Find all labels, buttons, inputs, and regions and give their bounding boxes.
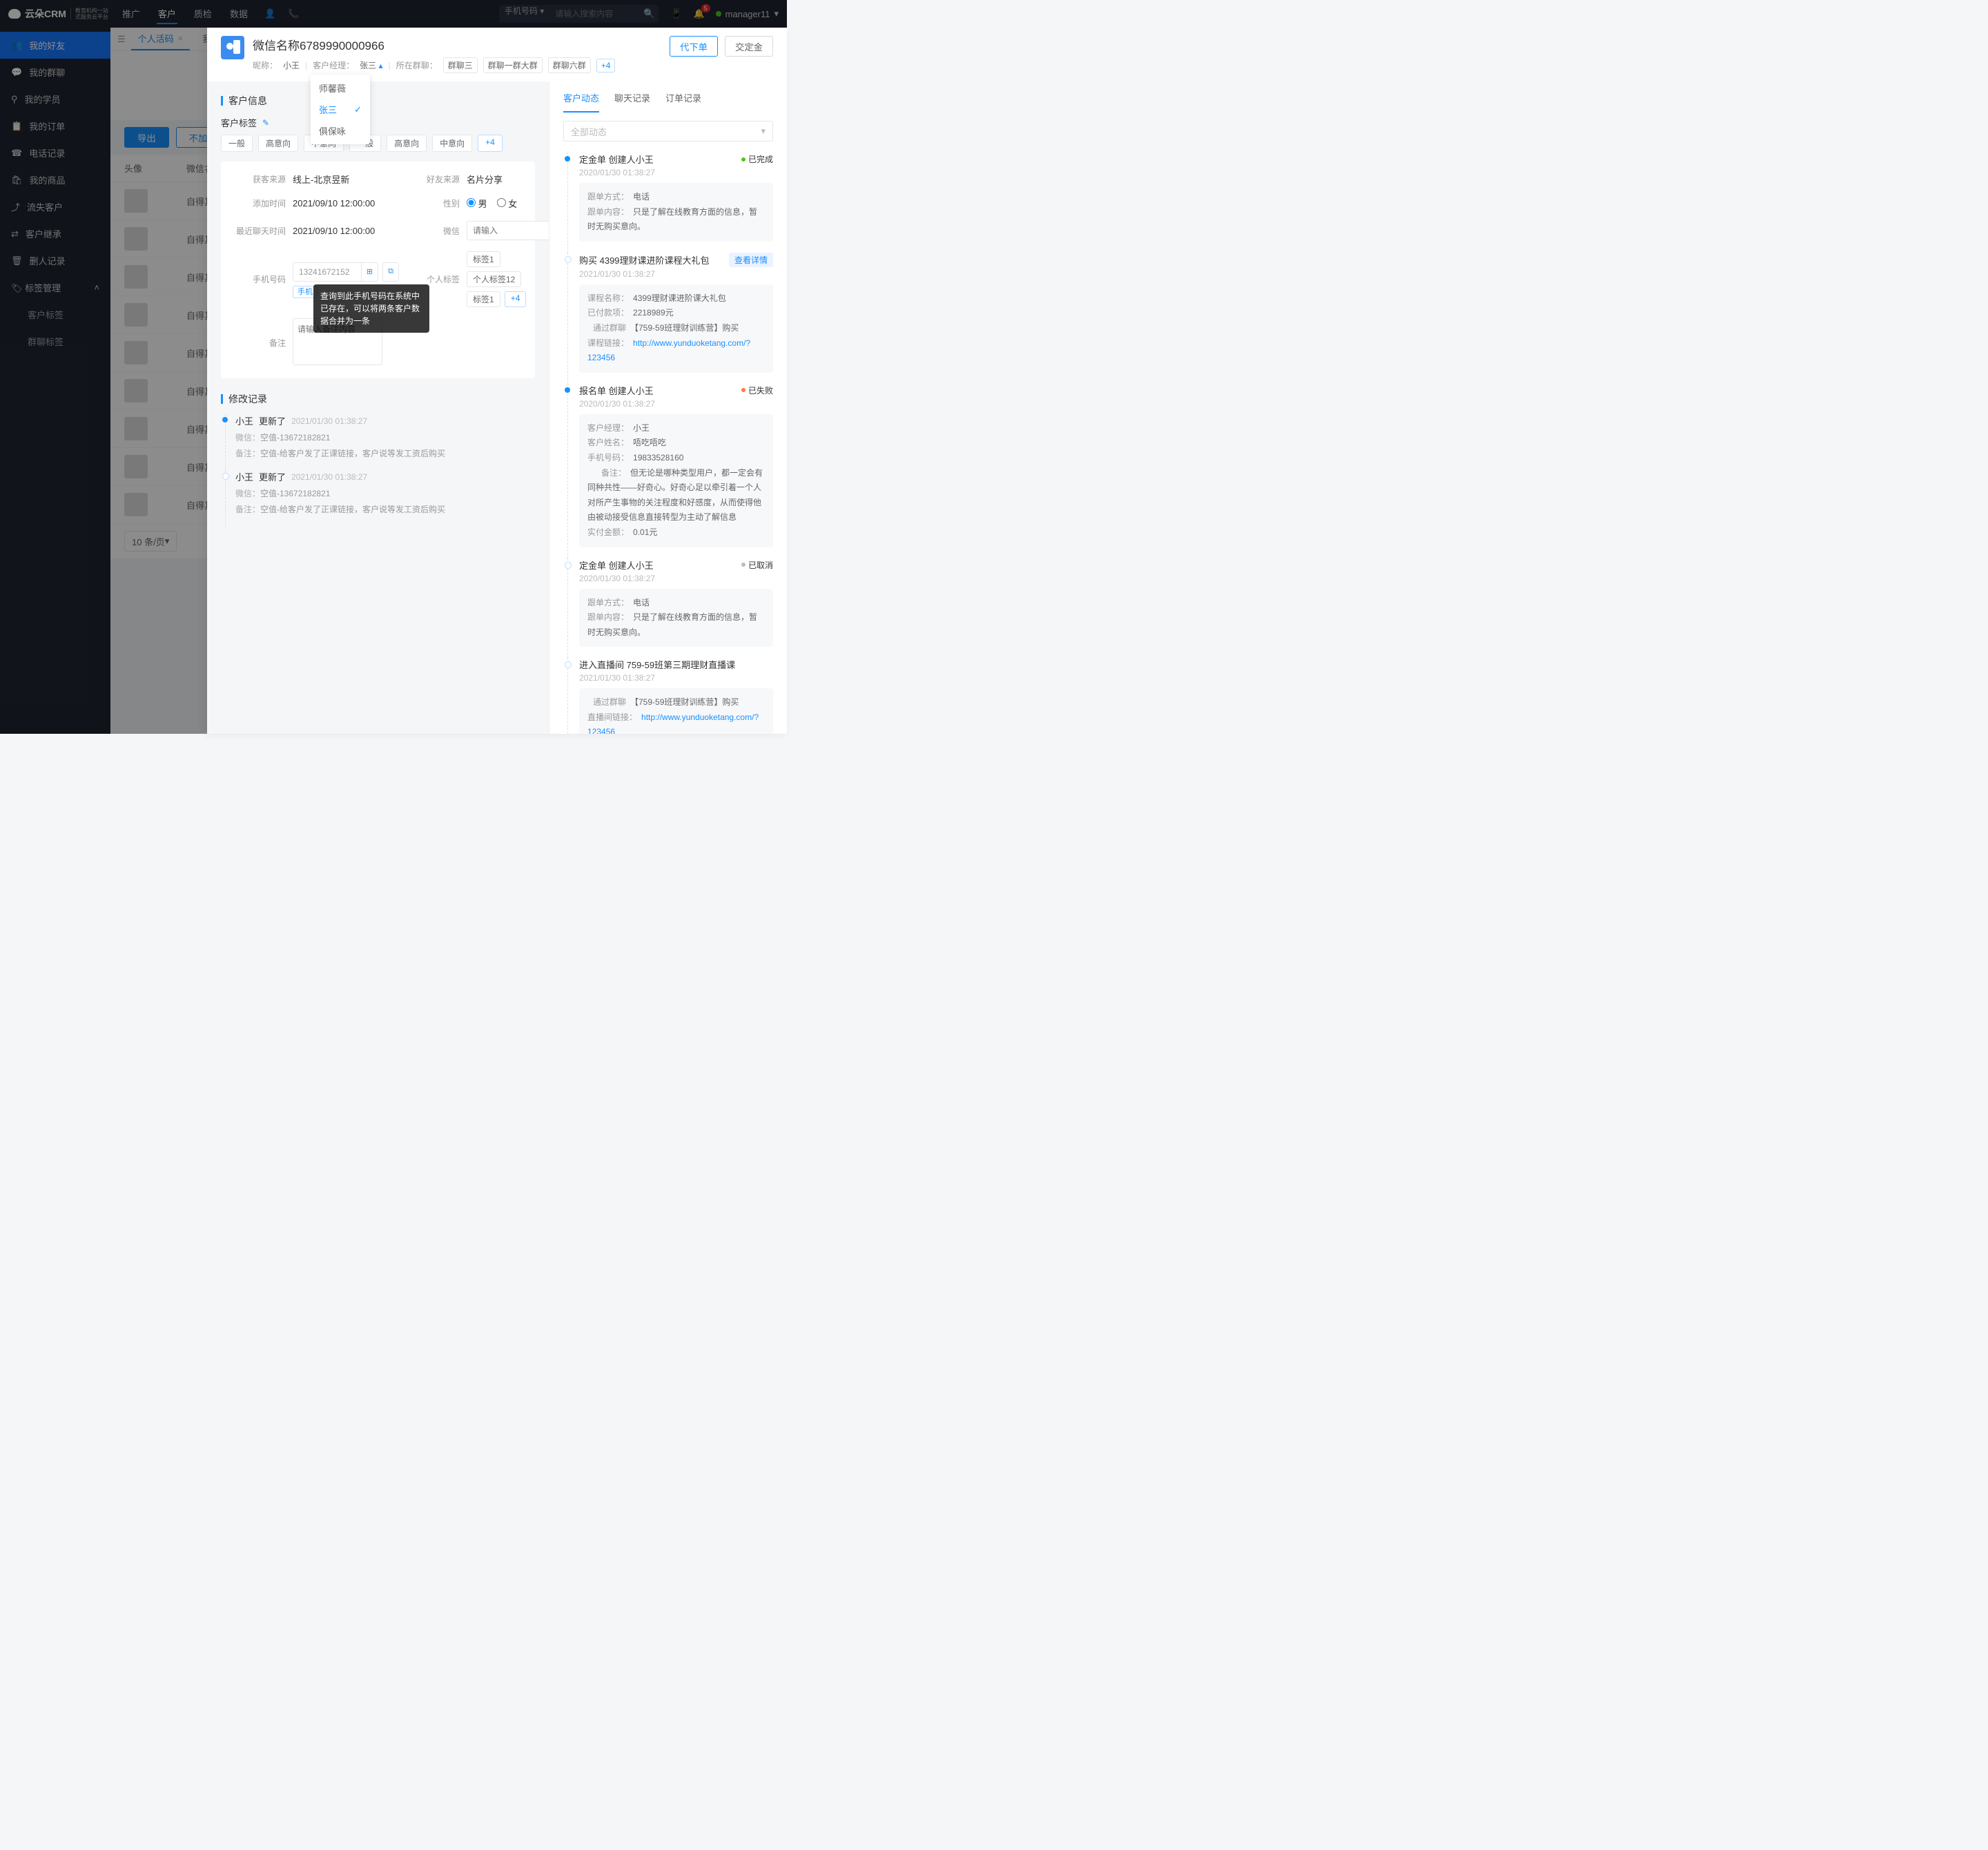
customer-tags: 一般高意向中意向一般高意向中意向+4: [221, 135, 535, 152]
proxy-order-button[interactable]: 代下单: [670, 36, 718, 57]
chevron-down-icon: ▾: [761, 126, 766, 137]
customer-tag[interactable]: 高意向: [258, 135, 298, 152]
panel-meta: 昵称：小王 | 客户经理：张三 ▴ | 所在群聊： 群聊三 群聊一群大群 群聊六…: [253, 57, 615, 73]
value-source: 线上-北京昱新: [293, 173, 399, 186]
manager-dropdown-trigger[interactable]: 张三 ▴: [360, 59, 382, 71]
customer-tag[interactable]: 高意向: [387, 135, 427, 152]
wechat-input[interactable]: [467, 221, 549, 240]
history-item: 小王更新了2021/01/30 01:38:27微信：空值-1367218282…: [225, 470, 535, 526]
value-last-chat: 2021/09/10 12:00:00: [293, 226, 399, 236]
personal-tag[interactable]: 个人标签12: [467, 271, 521, 287]
customer-icon: [221, 36, 244, 59]
rtab-activity[interactable]: 客户动态: [563, 91, 599, 113]
label-wechat: 微信: [406, 225, 460, 237]
rtab-orders[interactable]: 订单记录: [665, 91, 701, 113]
label-phone: 手机号码: [232, 273, 286, 285]
info-card: 获客来源 线上-北京昱新 好友来源 名片分享 添加时间 2021/09/10 1…: [221, 162, 535, 378]
dropdown-option[interactable]: 师馨薇: [311, 77, 370, 99]
section-customer-info: 客户信息: [221, 94, 535, 108]
customer-tags-label: 客户标签 ✎: [221, 116, 535, 129]
detail-link[interactable]: 查看详情: [729, 253, 773, 267]
right-tabs: 客户动态 聊天记录 订单记录: [549, 81, 787, 113]
panel-left-column: 客户信息 客户标签 ✎ 一般高意向中意向一般高意向中意向+4 获客来源 线上-北…: [207, 81, 549, 734]
panel-header: 微信名称6789990000966 昵称：小王 | 客户经理：张三 ▴ | 所在…: [207, 28, 787, 81]
value-friend-source: 名片分享: [467, 173, 549, 186]
group-chip[interactable]: 群聊三: [443, 57, 478, 73]
customer-tag-more[interactable]: +4: [478, 135, 503, 152]
group-chip[interactable]: 群聊一群大群: [483, 57, 543, 73]
timeline-item: 定金单 创建人小王已完成2020/01/30 01:38:27跟单方式：电话跟单…: [567, 153, 773, 253]
check-icon: ✓: [354, 104, 362, 115]
label-last-chat: 最近聊天时间: [232, 225, 286, 237]
personal-tag[interactable]: 标签1: [467, 291, 500, 307]
label-personal-tags: 个人标签: [406, 273, 460, 285]
timeline-item: 进入直播间 759-59班第三期理财直播课2021/01/30 01:38:27…: [567, 658, 773, 734]
phone-tooltip: 查询到此手机号码在系统中已存在，可以将两条客户数据合并为一条: [313, 284, 429, 333]
phone-input[interactable]: [293, 263, 361, 281]
personal-tags: 标签1 个人标签12 标签1 +4: [467, 251, 549, 307]
radio-female[interactable]: 女: [497, 197, 518, 210]
activity-timeline: 定金单 创建人小王已完成2020/01/30 01:38:27跟单方式：电话跟单…: [549, 150, 787, 734]
rtab-chat[interactable]: 聊天记录: [614, 91, 650, 113]
manager-dropdown: 师馨薇 张三✓ 俱保咏: [311, 75, 370, 144]
group-chip-more[interactable]: +4: [596, 59, 616, 72]
edit-icon[interactable]: ✎: [262, 118, 269, 128]
activity-filter-select[interactable]: 全部动态▾: [563, 121, 773, 142]
panel-title: 微信名称6789990000966: [253, 36, 615, 53]
label-add-time: 添加时间: [232, 197, 286, 209]
timeline-item: 定金单 创建人小王已取消2020/01/30 01:38:27跟单方式：电话跟单…: [567, 558, 773, 659]
timeline-item: 购买 4399理财课进阶课程大礼包查看详情2021/01/30 01:38:27…: [567, 253, 773, 384]
label-source: 获客来源: [232, 173, 286, 185]
gender-radio-group: 男 女: [467, 197, 549, 210]
copy-icon[interactable]: ⧉: [382, 262, 399, 282]
personal-tag-more[interactable]: +4: [505, 291, 527, 307]
label-remark: 备注: [232, 337, 286, 349]
timeline-item: 报名单 创建人小王已失败2020/01/30 01:38:27客户经理：小王客户…: [567, 384, 773, 558]
personal-tag[interactable]: 标签1: [467, 251, 500, 267]
phone-lookup-icon[interactable]: ⊞: [361, 263, 378, 281]
chevron-up-icon: ▴: [379, 61, 383, 70]
section-history: 修改记录: [221, 392, 535, 406]
deposit-button[interactable]: 交定金: [725, 36, 773, 57]
label-friend-source: 好友来源: [406, 173, 460, 185]
group-chip[interactable]: 群聊六群: [548, 57, 591, 73]
detail-panel: 微信名称6789990000966 昵称：小王 | 客户经理：张三 ▴ | 所在…: [207, 28, 787, 734]
dropdown-option[interactable]: 张三✓: [311, 99, 370, 120]
phone-input-wrap: ⊞: [293, 262, 378, 282]
dropdown-option[interactable]: 俱保咏: [311, 120, 370, 142]
customer-tag[interactable]: 中意向: [432, 135, 472, 152]
customer-tag[interactable]: 一般: [221, 135, 253, 152]
radio-male[interactable]: 男: [467, 197, 487, 210]
label-gender: 性别: [406, 197, 460, 209]
panel-right-column: 客户动态 聊天记录 订单记录 全部动态▾ 定金单 创建人小王已完成2020/01…: [549, 81, 787, 734]
value-add-time: 2021/09/10 12:00:00: [293, 198, 399, 208]
history-item: 小王更新了2021/01/30 01:38:27微信：空值-1367218282…: [225, 414, 535, 470]
